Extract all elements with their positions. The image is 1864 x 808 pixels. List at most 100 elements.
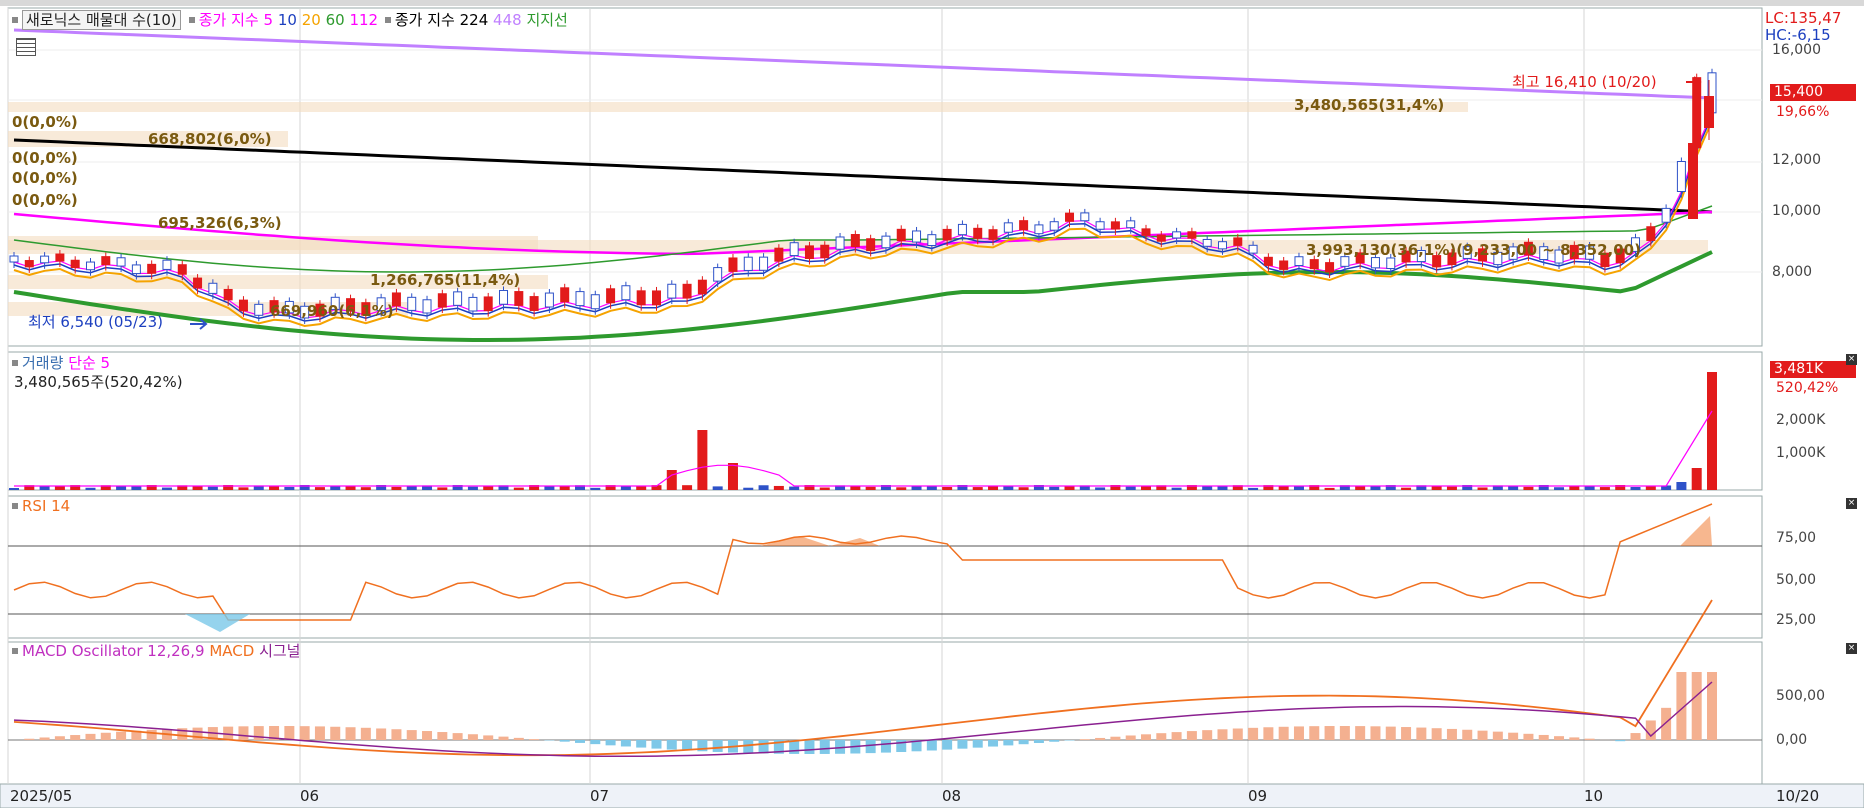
macd-bar <box>24 738 35 740</box>
macd-bar <box>972 740 983 748</box>
candle <box>468 296 478 312</box>
legend-marker <box>12 647 18 654</box>
macd-bar <box>926 740 937 751</box>
volume-bar <box>666 470 677 490</box>
candle <box>697 279 707 295</box>
macd-bar <box>957 740 968 749</box>
close-icon[interactable]: × <box>1846 643 1857 654</box>
macd-bar <box>284 726 295 740</box>
volume-bar <box>391 486 402 490</box>
candle <box>1202 238 1212 247</box>
macd-bar <box>1217 729 1228 740</box>
y-tick: 75,00 <box>1776 530 1817 546</box>
volume-bar <box>1446 486 1457 490</box>
candle <box>636 290 646 306</box>
candle <box>651 290 661 306</box>
candle <box>1263 256 1273 266</box>
vp-label: 0(0,0%) <box>12 149 78 167</box>
close-icon[interactable]: × <box>1846 498 1857 509</box>
candle <box>544 292 554 308</box>
legend-marker <box>12 16 18 23</box>
main-legend: 새로닉스 매물대 수(10) 종가 지수 5 10 20 60 112 종가 지수… <box>10 10 568 30</box>
candle <box>621 285 631 301</box>
volume-bar <box>161 487 172 490</box>
ma-period-60: 60 <box>325 11 345 29</box>
stock-chart[interactable] <box>0 0 1864 808</box>
volume-bar <box>1401 487 1412 490</box>
change-pct: 19,66% <box>1776 104 1830 120</box>
candle <box>453 291 463 306</box>
volume-bar <box>1049 486 1060 490</box>
candle <box>1172 231 1182 239</box>
volume-bar <box>1293 486 1304 490</box>
candle <box>1325 262 1335 273</box>
macd-bar <box>1202 730 1213 740</box>
candle <box>177 264 187 275</box>
macd-bar <box>1523 733 1534 740</box>
macd-bar <box>1141 734 1151 740</box>
close-icon[interactable]: × <box>1846 354 1857 365</box>
volume-value: 3,480,565주(520,42%) <box>14 373 183 391</box>
candle <box>1141 228 1151 236</box>
macd-bar <box>1171 732 1182 740</box>
macd-bar <box>1569 737 1580 740</box>
candle <box>1370 257 1380 269</box>
volume-bar <box>789 486 800 490</box>
macd-bar <box>1079 739 1090 740</box>
candle <box>407 296 417 311</box>
macd-bar <box>483 735 494 740</box>
macd-bar <box>1508 732 1519 740</box>
volume-bar <box>620 486 631 490</box>
volume-bar <box>1278 486 1289 490</box>
macd-bar <box>819 740 830 754</box>
volume-tag-pct: 520,42% <box>1776 380 1839 396</box>
candle <box>942 228 952 241</box>
macd-bar <box>1033 740 1044 743</box>
macd-bar <box>100 732 111 740</box>
candle <box>437 293 447 308</box>
macd-bar <box>238 726 249 740</box>
macd-bar <box>1584 738 1595 740</box>
macd-bar <box>880 740 891 753</box>
macd-bar <box>314 726 325 740</box>
candle <box>590 294 600 310</box>
candle <box>422 299 432 314</box>
macd-bar <box>988 740 999 747</box>
macd-bar <box>743 740 754 754</box>
candle <box>804 245 814 260</box>
volume-bar <box>467 486 478 490</box>
volume-bar <box>54 486 65 490</box>
vp-label: 0(0,0%) <box>12 191 78 209</box>
macd-bar <box>1309 726 1320 740</box>
x-label: 07 <box>590 787 610 805</box>
vp-label: 669,960(6,1%) <box>270 302 394 320</box>
candle <box>529 296 539 311</box>
macd-bar <box>1538 734 1549 740</box>
top-bar <box>0 0 1864 6</box>
support-label: 지지선 <box>526 11 568 29</box>
candle <box>223 288 233 301</box>
volume-bar <box>819 487 830 490</box>
candle <box>70 259 80 269</box>
candle <box>1692 77 1702 149</box>
candle <box>728 257 738 272</box>
macd-bar <box>467 734 478 740</box>
candle <box>101 256 111 266</box>
macd-bar <box>330 726 341 740</box>
x-label: 10 <box>1584 787 1604 805</box>
table-icon[interactable] <box>16 38 36 56</box>
macd-bar <box>1186 731 1197 740</box>
signal-label: 시그널 <box>259 642 301 660</box>
y-tick: 12,000 <box>1772 152 1821 168</box>
macd-bar <box>1385 726 1396 740</box>
y-tick: 25,00 <box>1776 612 1817 628</box>
macd-title: MACD Oscillator 12,26,9 <box>22 642 205 660</box>
macd-bar <box>1125 735 1136 740</box>
macd-bar <box>804 740 815 754</box>
macd-bar <box>1324 726 1335 740</box>
title-button[interactable]: 새로닉스 매물대 수(10) <box>22 10 181 30</box>
vp-label: 668,802(6,0%) <box>148 130 272 148</box>
macd-bar <box>1462 729 1473 740</box>
candle <box>988 229 998 240</box>
macd-bar <box>1232 728 1243 740</box>
